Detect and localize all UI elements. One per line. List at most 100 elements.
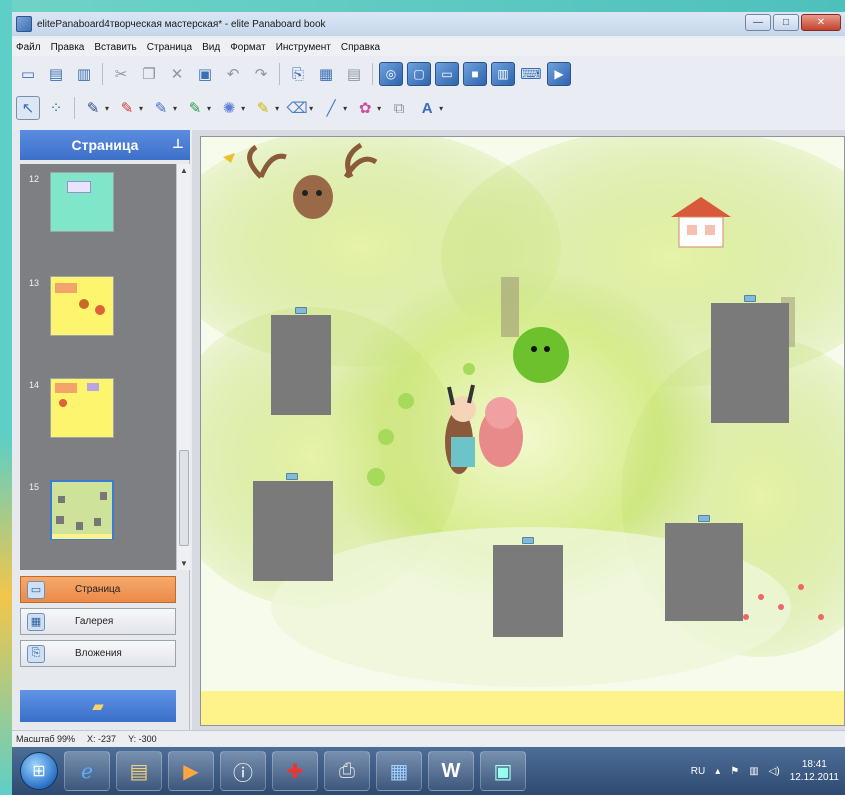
copy-icon[interactable]: ❐ bbox=[137, 62, 161, 86]
chevron-down-icon[interactable]: ▾ bbox=[173, 104, 177, 113]
scroll-thumb[interactable] bbox=[179, 450, 189, 546]
export-icon[interactable]: ▦ bbox=[314, 62, 338, 86]
maximize-button[interactable]: □ bbox=[773, 14, 799, 31]
redo-icon[interactable]: ↷ bbox=[249, 62, 273, 86]
line-icon[interactable]: ╱ bbox=[319, 96, 343, 120]
tray-arrow-icon[interactable]: ▴ bbox=[715, 766, 720, 777]
figure-icon[interactable]: ⧉ bbox=[387, 96, 411, 120]
page-number: 15 bbox=[29, 482, 40, 492]
pen-blue-icon[interactable]: ✎ bbox=[149, 96, 173, 120]
image-placeholder[interactable] bbox=[493, 545, 563, 637]
scroll-down-icon[interactable]: ▼ bbox=[180, 559, 188, 568]
image-placeholder[interactable] bbox=[253, 481, 333, 581]
slide-icon[interactable]: ■ bbox=[463, 62, 487, 86]
minimize-button[interactable]: — bbox=[745, 14, 771, 31]
main-toolbar: ▭ ▤ ▥ ✂ ❐ ✕ ▣ ↶ ↷ ⎘ ▦ ▤ ◎ ▢ ▭ ■ ▥ ⌨ ▶ bbox=[16, 58, 571, 90]
media-player-icon[interactable]: ▶ bbox=[168, 751, 214, 791]
pen-red-icon[interactable]: ✎ bbox=[115, 96, 139, 120]
capture-icon[interactable]: ◎ bbox=[379, 62, 403, 86]
multi-select-icon[interactable]: ⁘ bbox=[44, 96, 68, 120]
page-thumb-row[interactable]: 14 bbox=[20, 378, 170, 448]
page-thumbnail[interactable] bbox=[50, 172, 114, 232]
page-thumb-row[interactable]: 15 bbox=[20, 480, 170, 550]
image-placeholder[interactable] bbox=[271, 315, 331, 415]
word-icon[interactable]: W bbox=[428, 751, 474, 791]
network-icon[interactable]: ▥ bbox=[749, 766, 758, 777]
nav-page-button[interactable]: ▭ Страница bbox=[20, 576, 176, 603]
chevron-down-icon[interactable]: ▾ bbox=[343, 104, 347, 113]
presentation-icon[interactable]: ▶ bbox=[547, 62, 571, 86]
menu-tools[interactable]: Инструмент bbox=[276, 42, 331, 53]
undo-icon[interactable]: ↶ bbox=[221, 62, 245, 86]
print-icon[interactable]: ▤ bbox=[342, 62, 366, 86]
nav-gallery-button[interactable]: ▦ Галерея bbox=[20, 608, 176, 635]
whiteboard-page[interactable] bbox=[200, 136, 845, 726]
open-icon[interactable]: ▤ bbox=[44, 62, 68, 86]
keyboard-icon[interactable]: ⌨ bbox=[519, 62, 543, 86]
chevron-down-icon[interactable]: ▾ bbox=[439, 104, 443, 113]
image-placeholder[interactable] bbox=[665, 523, 743, 621]
volume-icon[interactable]: ◁) bbox=[769, 766, 780, 777]
delete-icon[interactable]: ✕ bbox=[165, 62, 189, 86]
toolbar-divider bbox=[102, 63, 103, 85]
menu-file[interactable]: Файл bbox=[16, 42, 41, 53]
screen-icon[interactable]: ▢ bbox=[407, 62, 431, 86]
close-button[interactable]: ✕ bbox=[801, 14, 841, 31]
chevron-down-icon[interactable]: ▾ bbox=[275, 104, 279, 113]
page-thumbnail[interactable] bbox=[50, 276, 114, 336]
highlighter-icon[interactable]: ✎ bbox=[251, 96, 275, 120]
page-thumbnail[interactable] bbox=[50, 378, 114, 438]
image-placeholder[interactable] bbox=[711, 303, 789, 423]
scroll-up-icon[interactable]: ▲ bbox=[180, 166, 188, 175]
start-button[interactable]: ⊞ bbox=[20, 752, 58, 790]
ie-icon[interactable]: ℯ bbox=[64, 751, 110, 791]
menu-insert[interactable]: Вставить bbox=[94, 42, 136, 53]
blackboard-icon[interactable]: ▭ bbox=[435, 62, 459, 86]
cut-icon[interactable]: ✂ bbox=[109, 62, 133, 86]
menu-view[interactable]: Вид bbox=[202, 42, 220, 53]
menu-help[interactable]: Справка bbox=[341, 42, 380, 53]
new-page-icon[interactable]: ▭ bbox=[16, 62, 40, 86]
explorer-icon[interactable]: ▤ bbox=[116, 751, 162, 791]
eraser-icon[interactable]: ⌫ bbox=[285, 96, 309, 120]
page-thumb-row[interactable]: 12 bbox=[20, 172, 170, 242]
text-a-icon[interactable]: A bbox=[415, 96, 439, 120]
panaboard-icon[interactable]: ▦ bbox=[376, 751, 422, 791]
select-arrow-icon[interactable]: ↖ bbox=[16, 96, 40, 120]
chevron-down-icon[interactable]: ▾ bbox=[377, 104, 381, 113]
info-icon[interactable]: ⓘ bbox=[220, 751, 266, 791]
menu-format[interactable]: Формат bbox=[230, 42, 266, 53]
elite-book-icon[interactable]: ▣ bbox=[480, 751, 526, 791]
chevron-down-icon[interactable]: ▾ bbox=[139, 104, 143, 113]
tray-flag-icon[interactable]: ⚑ bbox=[730, 766, 739, 777]
window-controls: — □ ✕ bbox=[745, 14, 841, 31]
thumbnail-scrollbar[interactable]: ▲ ▼ bbox=[176, 164, 190, 570]
printer-icon[interactable]: ⎙ bbox=[324, 751, 370, 791]
menu-edit[interactable]: Правка bbox=[51, 42, 85, 53]
thumb-graphic bbox=[76, 522, 83, 530]
save-icon[interactable]: ▥ bbox=[72, 62, 96, 86]
gallery-icon: ▦ bbox=[27, 612, 45, 631]
menu-page[interactable]: Страница bbox=[147, 42, 192, 53]
pen-icon[interactable]: ✎ bbox=[81, 96, 105, 120]
pen-green-icon[interactable]: ✎ bbox=[183, 96, 207, 120]
chevron-down-icon[interactable]: ▾ bbox=[309, 104, 313, 113]
chevron-down-icon[interactable]: ▾ bbox=[241, 104, 245, 113]
language-indicator[interactable]: RU bbox=[691, 766, 705, 777]
nav-attachments-button[interactable]: ⎘ Вложения bbox=[20, 640, 176, 667]
pin-app-icon[interactable]: ✚ bbox=[272, 751, 318, 791]
page-thumbnail-selected[interactable] bbox=[50, 480, 114, 540]
stamp-icon[interactable]: ✺ bbox=[217, 96, 241, 120]
page-thumb-row[interactable]: 13 bbox=[20, 276, 170, 346]
paste-icon[interactable]: ▣ bbox=[193, 62, 217, 86]
toolbar-divider bbox=[372, 63, 373, 85]
recycle-icon[interactable]: ▥ bbox=[491, 62, 515, 86]
shape-icon[interactable]: ✿ bbox=[353, 96, 377, 120]
chevron-down-icon[interactable]: ▾ bbox=[207, 104, 211, 113]
clock[interactable]: 18:41 12.12.2011 bbox=[790, 758, 839, 784]
pin-icon[interactable]: ⊥ bbox=[172, 136, 184, 152]
toolbar-divider bbox=[74, 97, 75, 119]
chevron-down-icon[interactable]: ▾ bbox=[105, 104, 109, 113]
import-icon[interactable]: ⎘ bbox=[286, 62, 310, 86]
panel-action-button[interactable]: ▰ bbox=[20, 690, 176, 722]
